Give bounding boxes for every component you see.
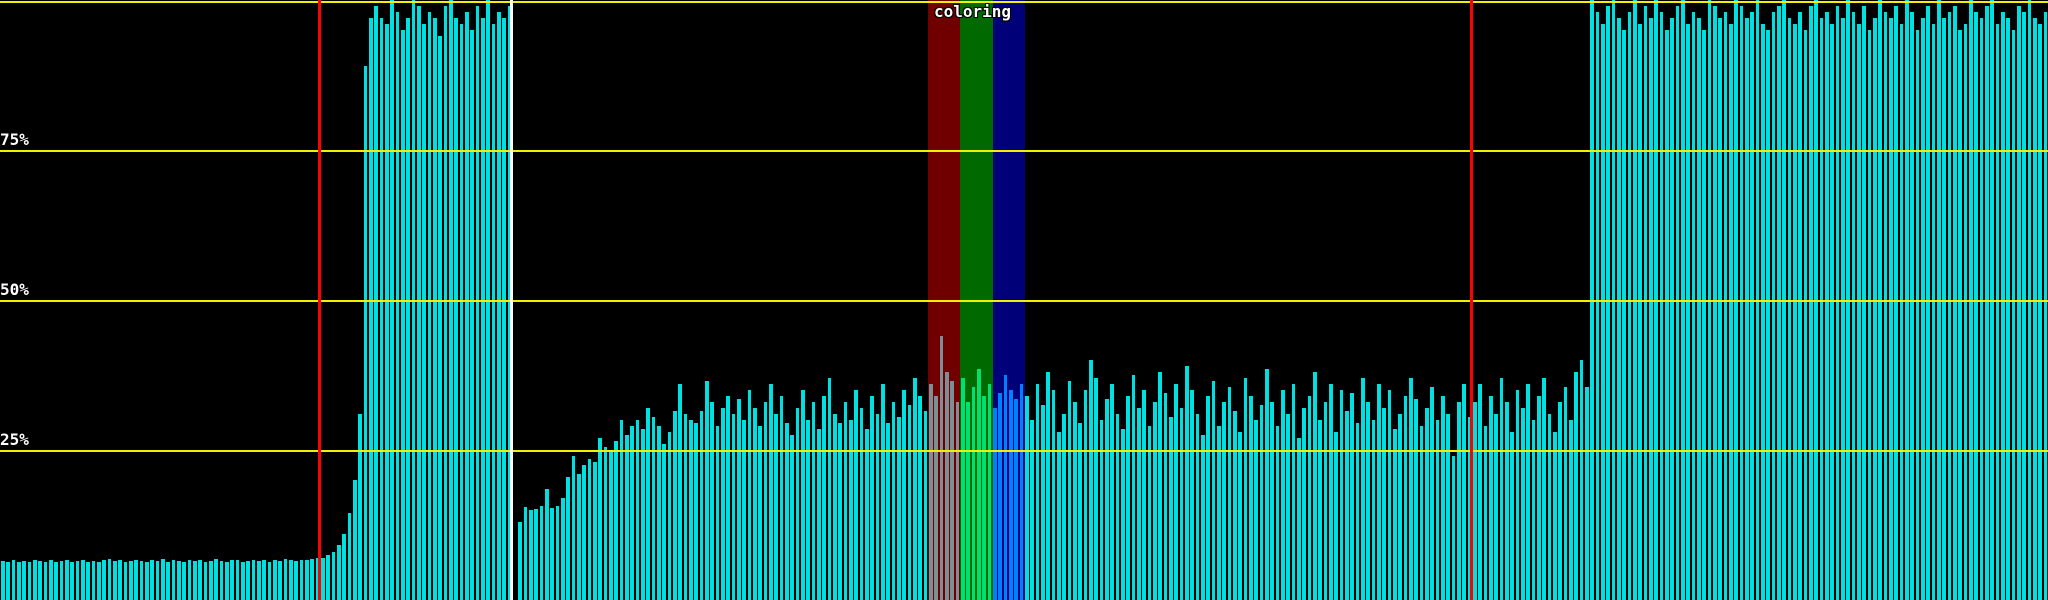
- usage-histogram-panel: 75% 50% 25% coloring: [0, 0, 2048, 600]
- coloring-region-label: coloring: [934, 3, 1011, 20]
- tick-label-50: 50%: [0, 281, 29, 298]
- red-marker-line: [318, 0, 321, 600]
- marker-lines-layer: [0, 0, 2048, 600]
- tick-label-75: 75%: [0, 131, 29, 148]
- white-marker-line: [510, 0, 513, 600]
- tick-label-25: 25%: [0, 431, 29, 448]
- red-marker-line: [1470, 0, 1473, 600]
